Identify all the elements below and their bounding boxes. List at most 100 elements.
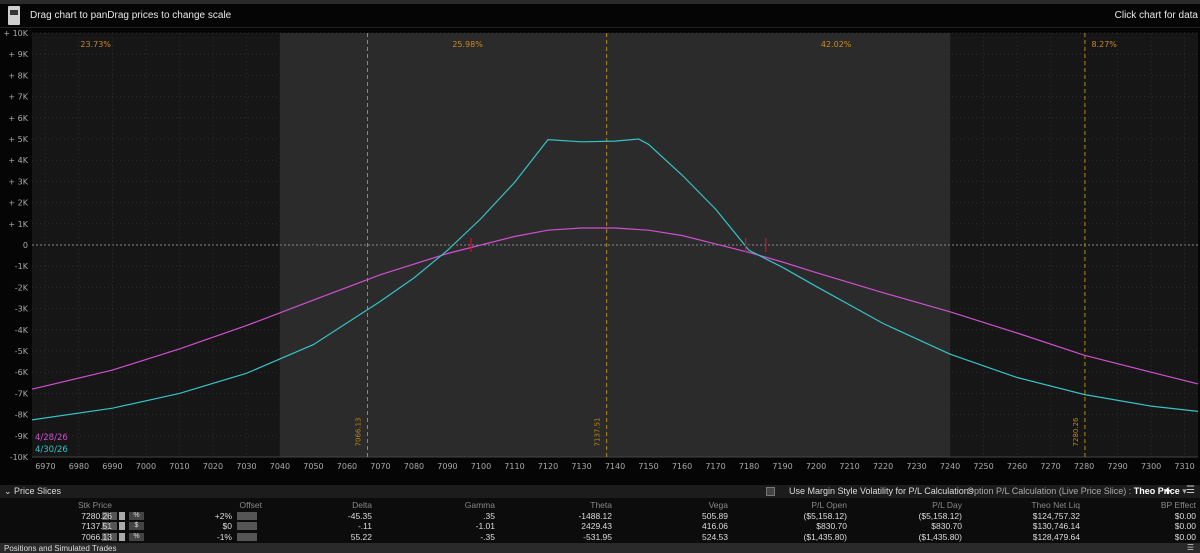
column-header[interactable]: Stk Price: [78, 500, 112, 510]
cell-delta: 55.22: [350, 531, 372, 542]
x-tick-label: 7240: [940, 462, 960, 471]
x-tick-label: 6990: [102, 462, 122, 471]
x-tick-label: 7290: [1107, 462, 1127, 471]
lock-icon[interactable]: [119, 522, 125, 530]
x-tick-label: 7190: [772, 462, 792, 471]
probability-label: 23.73%: [80, 40, 111, 49]
positions-bar[interactable]: Positions and Simulated Trades ☰: [0, 543, 1200, 553]
table-row[interactable]: $7137.51 $0 -.11 -1.01 2429.43 416.06 $830.70 $…: [0, 521, 1200, 532]
x-tick-label: 7080: [404, 462, 424, 471]
x-tick-label: 7170: [705, 462, 725, 471]
cell-stk[interactable]: 7137.51: [81, 521, 112, 531]
cell-offset[interactable]: +2%: [215, 511, 232, 521]
x-tick-label: 7310: [1174, 462, 1194, 471]
cell-offset[interactable]: -1%: [217, 532, 232, 542]
y-tick-label: -3K: [15, 305, 29, 314]
column-header[interactable]: Delta: [352, 500, 372, 510]
cell-stk[interactable]: 7066.13: [81, 532, 112, 542]
positions-label: Positions and Simulated Trades: [4, 544, 117, 553]
y-tick-label: + 5K: [8, 135, 28, 144]
legend-entry: 4/30/26: [35, 445, 68, 455]
x-tick-label: 7070: [370, 462, 390, 471]
y-tick-label: -2K: [15, 283, 29, 292]
column-header[interactable]: P/L Day: [932, 500, 962, 510]
positions-menu-icon[interactable]: ☰: [1187, 543, 1194, 552]
cell-stk[interactable]: 7280.26: [81, 511, 112, 521]
y-tick-label: -8K: [15, 411, 29, 420]
offset-stepper[interactable]: [237, 511, 257, 520]
cell-theo: $124,757.32: [1032, 510, 1080, 521]
offset-mode-toggle[interactable]: $: [129, 522, 144, 530]
add-slice-button[interactable]: +: [1164, 484, 1171, 498]
x-tick-label: 7120: [538, 462, 558, 471]
y-tick-label: + 7K: [8, 93, 28, 102]
x-tick-label: 6970: [35, 462, 55, 471]
x-tick-label: 7130: [571, 462, 591, 471]
table-row[interactable]: % 7066.13 -1% 55.22 -.35 -531.95 524.53 ($1,435…: [0, 532, 1200, 543]
y-tick-label: -7K: [15, 389, 29, 398]
y-tick-label: -4K: [15, 326, 29, 335]
price-slices-toggle[interactable]: ⌄ Price Slices: [4, 486, 61, 497]
offset-mode-toggle[interactable]: %: [129, 511, 144, 520]
x-tick-label: 7180: [739, 462, 759, 471]
x-tick-label: 7270: [1040, 462, 1060, 471]
cell-vega: 524.53: [702, 531, 728, 542]
column-header[interactable]: Vega: [709, 500, 728, 510]
click-hint: Click chart for data: [1114, 10, 1198, 21]
column-header[interactable]: P/L Open: [811, 500, 847, 510]
offset-stepper[interactable]: [237, 522, 257, 530]
cell-bp: $0.00: [1174, 510, 1196, 521]
x-tick-label: 7300: [1141, 462, 1161, 471]
cell-pl-open: ($1,435.80): [803, 531, 847, 542]
cell-pl-open: $830.70: [816, 521, 847, 531]
x-tick-label: 7220: [873, 462, 893, 471]
x-tick-label: 7000: [136, 462, 156, 471]
table-row[interactable]: % 7280.26 +2% -45.35 .35 -1488.12 505.89 ($5,15…: [0, 511, 1200, 522]
offset-mode-toggle[interactable]: %: [129, 532, 144, 541]
cell-theo: $128,479.64: [1032, 531, 1080, 542]
lock-icon[interactable]: [119, 532, 125, 541]
column-header[interactable]: BP Effect: [1161, 500, 1196, 510]
cell-vega: 416.06: [702, 521, 728, 531]
y-tick-label: + 3K: [8, 177, 28, 186]
drag-hint: Drag chart to panDrag prices to change s…: [30, 10, 232, 21]
column-header[interactable]: Offset: [239, 500, 262, 510]
margin-style-checkbox[interactable]: [766, 487, 775, 496]
cell-gamma: -1.01: [475, 521, 495, 531]
menu-icon[interactable]: ☰: [1186, 485, 1195, 496]
x-tick-label: 7020: [203, 462, 223, 471]
column-header[interactable]: Theo Net Liq: [1031, 500, 1080, 510]
cell-pl-open: ($5,158.12): [803, 510, 847, 521]
cell-offset[interactable]: $0: [223, 521, 232, 531]
offset-stepper[interactable]: [237, 532, 257, 541]
y-tick-label: -10K: [10, 453, 29, 462]
option-calc-selector[interactable]: Option P/L Calculation (Live Price Slice…: [967, 486, 1187, 497]
column-header[interactable]: Theta: [590, 500, 612, 510]
probability-label: 8.27%: [1091, 40, 1117, 49]
y-tick-label: + 4K: [8, 156, 28, 165]
margin-style-label: Use Margin Style Volatility for P/L Calc…: [789, 486, 974, 496]
chart-header: Drag chart to panDrag prices to change s…: [0, 4, 1200, 28]
y-tick-label: + 6K: [8, 114, 28, 123]
price-slices-label: Price Slices: [14, 486, 62, 496]
cell-theta: 2429.43: [581, 521, 612, 531]
cell-delta: -45.35: [347, 510, 372, 521]
x-tick-label: 7050: [303, 462, 323, 471]
risk-profile-chart[interactable]: + 10K + 9K + 8K + 7K + 6K + 5K + 4K + 3K + 2K + 1…: [0, 29, 1200, 485]
x-tick-label: 7110: [504, 462, 524, 471]
x-tick-label: 7140: [605, 462, 625, 471]
x-tick-label: 6980: [69, 462, 89, 471]
cell-theta: -1488.12: [578, 510, 612, 521]
cell-pl-day: ($1,435.80): [918, 531, 962, 542]
cell-vega: 505.89: [702, 510, 728, 521]
price-slices-table: Stk Price Offset Delta Gamma Theta Vega P/L Op…: [0, 500, 1200, 542]
x-tick-label: 7230: [906, 462, 926, 471]
lock-icon[interactable]: [119, 511, 125, 520]
x-tick-label: 7150: [638, 462, 658, 471]
column-header[interactable]: Gamma: [465, 500, 495, 510]
x-tick-label: 7060: [337, 462, 357, 471]
cell-bp: $0.00: [1174, 531, 1196, 542]
cell-gamma: .35: [483, 510, 495, 521]
x-tick-label: 7160: [672, 462, 692, 471]
app-icon[interactable]: [8, 6, 20, 25]
